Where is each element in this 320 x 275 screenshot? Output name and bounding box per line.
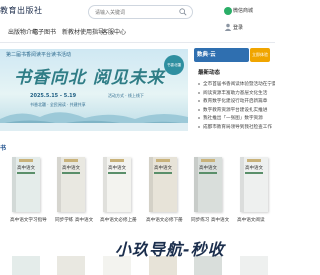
news-item[interactable]: 教育数字化建设行动开启新篇章 [198, 98, 275, 107]
book-accent-line [154, 172, 172, 174]
book-spine [103, 157, 107, 212]
book-spine [240, 157, 244, 212]
news-list: 全市首届书香阅读体验暨活动在宁夏启动 阅读资源丰富助力基层文化生活 教育数字化建… [198, 81, 275, 133]
book-title[interactable]: 高中语文必修下册 [146, 217, 183, 223]
book-tag [19, 159, 33, 162]
book-spine [194, 157, 198, 212]
book-tag [64, 159, 78, 162]
book-cover-text: 高中语文 [62, 166, 80, 171]
book-spine [12, 157, 16, 212]
book-cover[interactable]: 高中语文 [194, 157, 222, 212]
book-spine [57, 157, 61, 212]
digital-platform-promo[interactable]: 数典·云 [194, 48, 249, 62]
banner-date: 2025.5.15 - 5.19 [30, 93, 77, 99]
wechat-icon [224, 7, 232, 15]
banner-footer-strip [0, 123, 188, 131]
book-cover[interactable]: 高中语文 [149, 157, 177, 212]
book-tag [110, 159, 124, 162]
book-accent-line [199, 172, 217, 174]
news-item[interactable]: 成都市教育局领导到我社检查工作 [198, 124, 275, 133]
login-link[interactable]: 登录 [233, 24, 243, 31]
news-item[interactable]: 全市首届书香阅读体验暨活动在宁夏启动 [198, 81, 275, 90]
book-tag [201, 159, 215, 162]
book-cover-text: 高中语文 [245, 166, 263, 171]
book-cover-text: 高中语文 [17, 166, 35, 171]
news-heading: 最新动态 [198, 70, 221, 76]
book-cover[interactable]: 高中语文 [57, 157, 85, 212]
book-spine [149, 157, 153, 212]
book-cover[interactable] [12, 256, 40, 275]
book-cover[interactable] [57, 256, 85, 275]
book-title[interactable]: 高中语文阅读 [237, 217, 265, 223]
book-cover-text: 高中语文 [199, 166, 217, 171]
banner-subtitle: 书香北疆 · 全民阅读 · 共建共享 [30, 102, 86, 107]
book-title[interactable]: 高中语文学习指导 [10, 217, 47, 223]
book-cover[interactable]: 高中语文 [103, 157, 131, 212]
book-tag [247, 159, 261, 162]
book-tag [156, 159, 170, 162]
banner-caption: 第二届书香阅读平台读书活动 [6, 52, 72, 58]
publisher-logo[interactable]: 教育出版社 [0, 5, 43, 16]
book-cover[interactable]: 高中语文 [240, 157, 268, 212]
book-title[interactable]: 同步学练 高中语文 [55, 217, 93, 223]
promo-try-badge[interactable]: 立即体验 [250, 48, 270, 62]
main-nav: 出版物介绍 电子图书 新教材使用指导 客服中心 [0, 27, 132, 39]
book-cover[interactable] [240, 256, 268, 275]
banner-subtitle-right: 活动方式 · 线上线下 [108, 93, 144, 98]
nav-item-service[interactable]: 客服中心 [102, 27, 132, 39]
banner-seal: 书香北疆 [164, 55, 184, 75]
book-cover-text: 高中语文 [154, 166, 172, 171]
news-item[interactable]: 阅读资源丰富助力基层文化生活 [198, 90, 275, 99]
book-accent-line [17, 172, 35, 174]
book-cover[interactable]: 高中语文 [12, 157, 40, 212]
user-icon [224, 23, 232, 31]
header-divider [0, 42, 275, 43]
search-icon[interactable] [179, 8, 187, 16]
search-input[interactable] [95, 7, 175, 18]
book-accent-line [108, 172, 126, 174]
news-item[interactable]: 数字教育资源平台建设扎实推进 [198, 107, 275, 116]
banner-title: 书香向北 阅见未来 [14, 68, 165, 88]
book-accent-line [62, 172, 80, 174]
wechat-shop-link[interactable]: 微信商城 [233, 7, 253, 14]
hero-banner[interactable]: 第二届书香阅读平台读书活动 书香向北 阅见未来 2025.5.15 - 5.19… [0, 49, 188, 131]
book-accent-line [245, 172, 263, 174]
watermark: 小玖导航-秒收 [115, 240, 225, 259]
book-title[interactable]: 同步练习 高中语文 [191, 217, 229, 223]
news-item[interactable]: 我社推出「一张图」数字资源 [198, 115, 275, 124]
nav-item-publications[interactable]: 出版物介绍 [0, 27, 38, 39]
nav-item-textbook-guide[interactable]: 新教材使用指导 [62, 27, 104, 39]
book-cover-text: 高中语文 [108, 166, 126, 171]
book-title[interactable]: 高中语文必修上册 [100, 217, 137, 223]
search-box[interactable] [88, 5, 193, 19]
section-title-books: 书 [0, 145, 7, 152]
nav-item-ebooks[interactable]: 电子图书 [32, 27, 62, 39]
